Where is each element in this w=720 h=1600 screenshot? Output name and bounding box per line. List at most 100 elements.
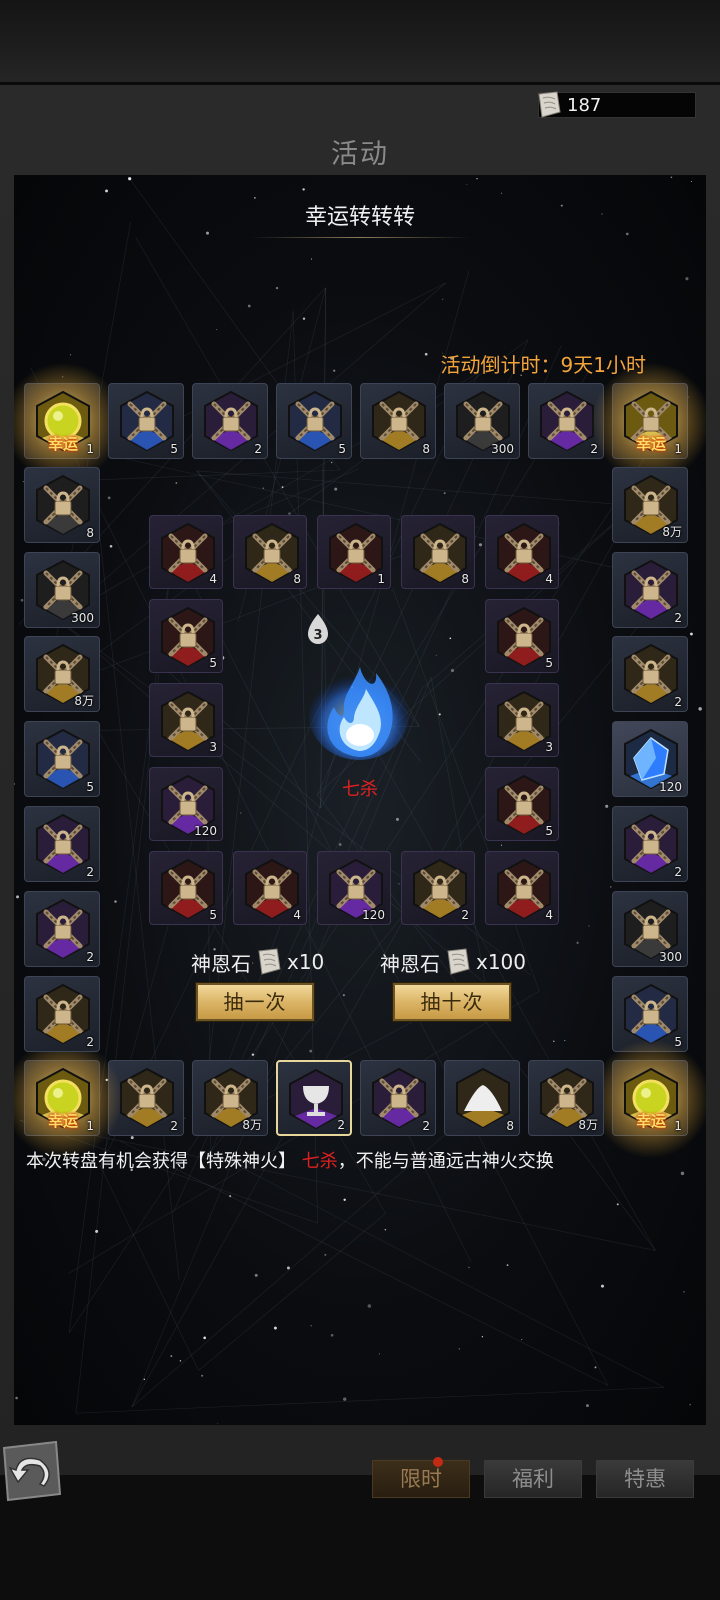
- back-arrow-icon[interactable]: [0, 1438, 62, 1502]
- scroll-stone-icon: [258, 948, 281, 975]
- inner-slot: 5: [485, 599, 559, 673]
- outer-slot: 幸运 1: [591, 362, 706, 482]
- outer-slot: 幸运 1: [14, 1039, 123, 1159]
- slot-count: 2: [86, 1035, 94, 1049]
- slot-count: 8: [422, 442, 430, 456]
- tab-limited[interactable]: 限时: [372, 1457, 470, 1498]
- slot-count: 4: [545, 572, 553, 586]
- outer-slot: 2: [612, 552, 688, 628]
- slot-count: 300: [491, 442, 514, 456]
- inner-slot: 120: [317, 851, 391, 925]
- locked-item-icon: [120, 1067, 174, 1129]
- slot-count: 120: [362, 908, 385, 922]
- outer-slot: 300: [612, 891, 688, 967]
- outer-slot: 幸运 1: [591, 1039, 706, 1159]
- locked-item-icon: [624, 813, 678, 875]
- currency-amount: 187: [567, 94, 602, 116]
- locked-item-icon: [204, 390, 258, 452]
- locked-item-icon: [36, 983, 90, 1045]
- slot-count: 4: [209, 572, 217, 586]
- inner-slot: 2: [401, 851, 475, 925]
- locked-item-icon: [372, 390, 426, 452]
- slot-count: 300: [71, 611, 94, 625]
- locked-item-icon: [624, 559, 678, 621]
- lucky-wheel-panel: 幸运转转转 活动倒计时：9天1小时 幸运 1 5 2 5 8 300 2 幸运 1 8万 2 2 120 2…: [14, 175, 706, 1425]
- slot-count: 8万: [578, 1118, 598, 1132]
- draw-ten-currency-label: 神恩石: [380, 951, 440, 976]
- slot-count: 5: [545, 824, 553, 838]
- tab-welfare-label: 福利: [512, 1467, 554, 1491]
- slot-count: 1: [377, 572, 385, 586]
- slot-count: 5: [209, 908, 217, 922]
- wheel-title: 幸运转转转: [304, 205, 415, 230]
- note-highlight: 七杀: [301, 1151, 338, 1172]
- slot-count: 2: [86, 950, 94, 964]
- notification-dot: [433, 1457, 443, 1467]
- special-fire-note: 本次转盘有机会获得【特殊神火】 七杀，不能与普通远古神火交换: [26, 1147, 554, 1173]
- outer-slot: 300: [24, 552, 100, 628]
- tab-welfare[interactable]: 福利: [484, 1460, 582, 1498]
- locked-item-icon: [624, 643, 678, 705]
- outer-slot: 2: [24, 891, 100, 967]
- locked-item-icon: [540, 390, 594, 452]
- inner-slot: 3: [149, 683, 223, 757]
- outer-slot: 2: [24, 976, 100, 1052]
- slot-count: 4: [545, 908, 553, 922]
- outer-slot: 8万: [612, 467, 688, 543]
- slot-count: 4: [293, 908, 301, 922]
- inner-slot: 4: [149, 515, 223, 589]
- slot-count: 2: [170, 1119, 178, 1133]
- inner-slot: 1: [317, 515, 391, 589]
- draw-once-button[interactable]: 抽一次: [196, 983, 314, 1021]
- slot-count: 5: [338, 442, 346, 456]
- inner-slot: 3: [485, 683, 559, 757]
- outer-slot: 8: [24, 467, 100, 543]
- slot-count: 5: [170, 442, 178, 456]
- tab-limited-label: 限时: [400, 1467, 442, 1491]
- draw-ten-cost-amount: x100: [476, 950, 527, 974]
- slot-count: 8: [506, 1119, 514, 1133]
- slot-count: 8万: [662, 525, 682, 539]
- page-title: 活动: [331, 139, 389, 170]
- locked-item-icon: [120, 390, 174, 452]
- outer-slot: 2: [276, 1060, 352, 1136]
- inner-slot: 5: [149, 851, 223, 925]
- outer-slot: 5: [108, 383, 184, 459]
- slot-count: 8: [293, 572, 301, 586]
- tab-special-offer[interactable]: 特惠: [596, 1460, 694, 1498]
- outer-slot: 8万: [192, 1060, 268, 1136]
- slot-count: 2: [422, 1119, 430, 1133]
- draw-once-currency-label: 神恩石: [191, 951, 251, 976]
- outer-slot: 2: [24, 806, 100, 882]
- locked-item-icon: [36, 474, 90, 536]
- outer-slot: 幸运 1: [14, 362, 123, 482]
- outer-slot: 2: [612, 636, 688, 712]
- outer-slot: 8: [360, 383, 436, 459]
- slot-count: 2: [337, 1118, 345, 1132]
- slot-count: 3: [209, 740, 217, 754]
- outer-slot: 2: [192, 383, 268, 459]
- locked-item-icon: [624, 983, 678, 1045]
- locked-item-icon: [36, 898, 90, 960]
- inner-slot: 4: [233, 851, 307, 925]
- outer-slot: 8: [444, 1060, 520, 1136]
- tab-special-offer-label: 特惠: [624, 1467, 666, 1491]
- scroll-stone-icon: [538, 91, 561, 118]
- slot-count: 5: [545, 656, 553, 670]
- spin-counter-badge: 3: [308, 614, 328, 644]
- slot-count: 8: [461, 572, 469, 586]
- inner-slot: 4: [485, 515, 559, 589]
- slot-count: 2: [674, 695, 682, 709]
- slot-count: 8万: [242, 1118, 262, 1132]
- status-bar-area: [0, 0, 720, 85]
- scroll-stone-icon: [447, 948, 470, 975]
- title-divider: [250, 237, 470, 238]
- draw-ten-button[interactable]: 抽十次: [393, 983, 511, 1021]
- slot-count: 2: [674, 865, 682, 879]
- outer-slot: 2: [360, 1060, 436, 1136]
- locked-item-icon: [372, 1067, 426, 1129]
- slot-count: 2: [86, 865, 94, 879]
- slot-count: 1: [674, 442, 682, 456]
- outer-slot: 5: [276, 383, 352, 459]
- inner-slot: 5: [149, 599, 223, 673]
